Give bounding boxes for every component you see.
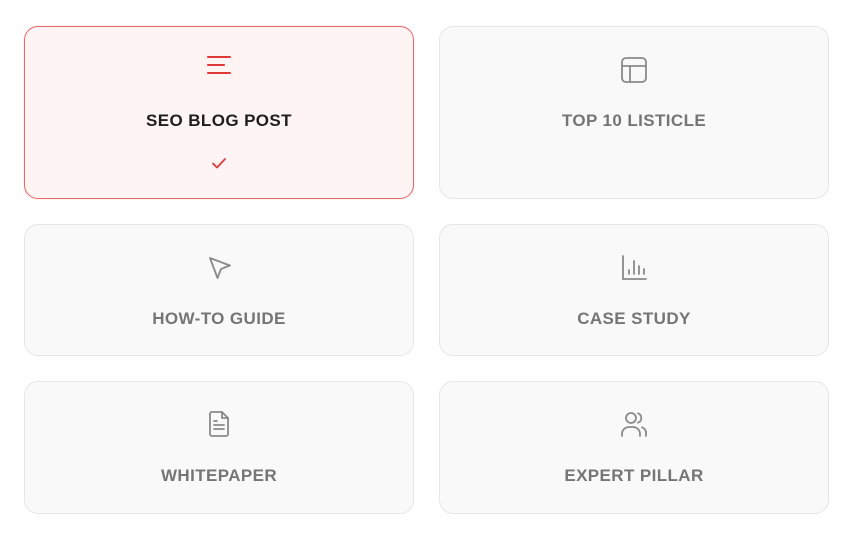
align-left-lines-icon <box>203 49 235 81</box>
checkmark-icon <box>209 153 229 173</box>
bar-chart-icon <box>618 252 650 284</box>
option-card-expert-pillar[interactable]: EXPERT PILLAR <box>439 381 829 514</box>
option-label: SEO BLOG POST <box>146 111 292 130</box>
users-icon <box>618 408 650 440</box>
cursor-pointer-icon <box>203 252 235 284</box>
document-icon <box>203 408 235 440</box>
option-card-whitepaper[interactable]: WHITEPAPER <box>24 381 414 514</box>
option-label: EXPERT PILLAR <box>564 466 704 485</box>
option-card-how-to-guide[interactable]: HOW-TO GUIDE <box>24 224 414 356</box>
layout-template-icon <box>618 54 650 86</box>
option-label: CASE STUDY <box>577 309 691 328</box>
option-label: TOP 10 LISTICLE <box>561 111 707 130</box>
option-label: WHITEPAPER <box>160 466 278 485</box>
option-label: HOW-TO GUIDE <box>152 309 286 328</box>
option-card-case-study[interactable]: CASE STUDY <box>439 224 829 356</box>
option-card-seo-blog-post[interactable]: SEO BLOG POST <box>24 26 414 199</box>
option-card-top-10-listicle[interactable]: TOP 10 LISTICLE <box>439 26 829 199</box>
